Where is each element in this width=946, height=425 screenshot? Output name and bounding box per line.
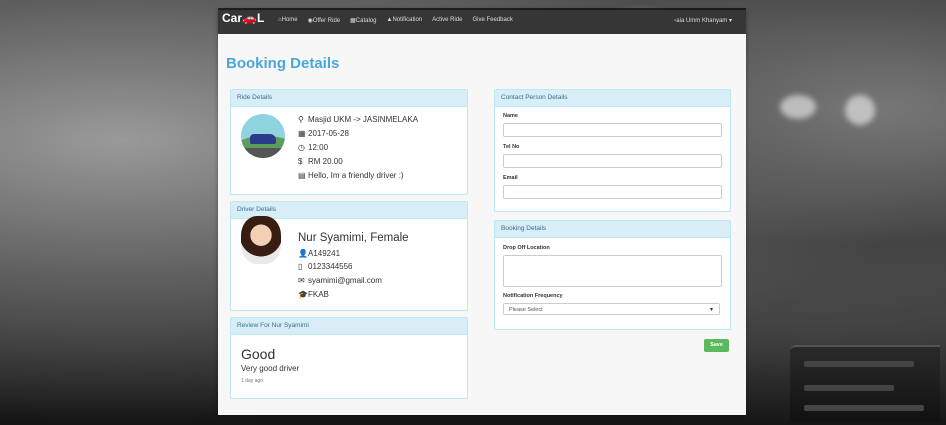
background-glare bbox=[845, 95, 875, 125]
nav-active-ride[interactable]: Active Ride bbox=[432, 17, 462, 24]
save-button[interactable]: Save bbox=[704, 339, 729, 352]
panel-header: Ride Details bbox=[231, 90, 467, 107]
background-glare bbox=[780, 95, 816, 119]
ride-details-panel: Ride Details ⚲ Masjid UKM -> JASINMELAKA … bbox=[230, 89, 468, 195]
calendar-icon: ▦ bbox=[298, 129, 306, 138]
tel-label: Tel No bbox=[503, 144, 520, 150]
driver-email: ✉ syamimi@gmail.com bbox=[298, 276, 382, 285]
envelope-icon: ✉ bbox=[298, 276, 305, 285]
dashboard-photo-detail bbox=[790, 345, 940, 422]
nav-catalog[interactable]: ▦Catalog bbox=[350, 17, 376, 24]
car-icon: 🚗 bbox=[242, 11, 257, 25]
driver-id: 👤A149241 bbox=[298, 249, 341, 258]
driver-name: Nur Syamimi, Female bbox=[298, 232, 409, 244]
ride-note: ▤ Hello, Im a friendly driver :) bbox=[298, 171, 404, 180]
frequency-select-value: Please Select bbox=[509, 307, 543, 313]
review-text: Very good driver bbox=[241, 364, 300, 373]
nav-links: ⌂Home ◉Offer Ride ▦Catalog ▲Notification… bbox=[278, 17, 513, 24]
review-rating: Good bbox=[241, 346, 276, 362]
driver-phone: ▯ 0123344556 bbox=[298, 262, 353, 271]
panel-header: Review For Nur Syamimi bbox=[231, 318, 467, 335]
panel-header: Booking Details bbox=[495, 221, 730, 238]
nav-offer-ride[interactable]: ◉Offer Ride bbox=[308, 17, 340, 24]
name-label: Name bbox=[503, 113, 518, 119]
page-title: Booking Details bbox=[226, 55, 340, 72]
chevron-down-icon: ▾ bbox=[709, 307, 713, 313]
nav-give-feedback[interactable]: Give Feedback bbox=[472, 17, 512, 24]
graduation-cap-icon: 🎓 bbox=[298, 290, 308, 299]
ride-price: $ RM 20.00 bbox=[298, 157, 343, 166]
ride-time: ◷ 12:00 bbox=[298, 143, 329, 152]
ride-car-image bbox=[241, 114, 285, 158]
phone-icon: ▯ bbox=[298, 262, 303, 271]
review-time: 1 day ago bbox=[241, 378, 263, 384]
contact-details-panel: Contact Person Details Name Tel No Email bbox=[494, 89, 731, 212]
list-icon: ▤ bbox=[298, 171, 306, 180]
booking-details-panel: Booking Details Drop Off Location Notifi… bbox=[494, 220, 731, 330]
driver-avatar bbox=[241, 216, 281, 264]
dropoff-textarea[interactable] bbox=[503, 255, 722, 287]
email-label: Email bbox=[503, 175, 518, 181]
review-panel: Review For Nur Syamimi Good Very good dr… bbox=[230, 317, 468, 399]
nav-notification[interactable]: ▲Notification bbox=[386, 17, 422, 24]
panel-header: Contact Person Details bbox=[495, 90, 730, 107]
top-navbar: Car🚗L ⌂Home ◉Offer Ride ▦Catalog ▲Notifi… bbox=[218, 8, 746, 34]
ride-route: ⚲ Masjid UKM -> JASINMELAKA bbox=[298, 115, 419, 124]
frequency-label: Notification Frequency bbox=[503, 293, 563, 299]
nav-home[interactable]: ⌂Home bbox=[278, 17, 298, 24]
user-icon: 👤 bbox=[298, 249, 308, 258]
ride-date: ▦ 2017-05-28 bbox=[298, 129, 349, 138]
driver-details-panel: Driver Details Nur Syamimi, Female 👤A149… bbox=[230, 201, 468, 311]
dropoff-label: Drop Off Location bbox=[503, 245, 550, 251]
map-marker-icon: ⚲ bbox=[298, 115, 304, 124]
name-input[interactable] bbox=[503, 123, 722, 137]
carpool-logo[interactable]: Car🚗L bbox=[222, 11, 264, 25]
frequency-select[interactable]: Please Select ▾ bbox=[503, 303, 720, 315]
clock-icon: ◷ bbox=[298, 143, 305, 152]
driver-faculty: 🎓FKAB bbox=[298, 290, 329, 299]
tel-input[interactable] bbox=[503, 154, 722, 168]
email-input[interactable] bbox=[503, 185, 722, 199]
dollar-icon: $ bbox=[298, 157, 303, 166]
user-menu[interactable]: ▫aia Umm Khanyam ▾ bbox=[674, 17, 732, 24]
